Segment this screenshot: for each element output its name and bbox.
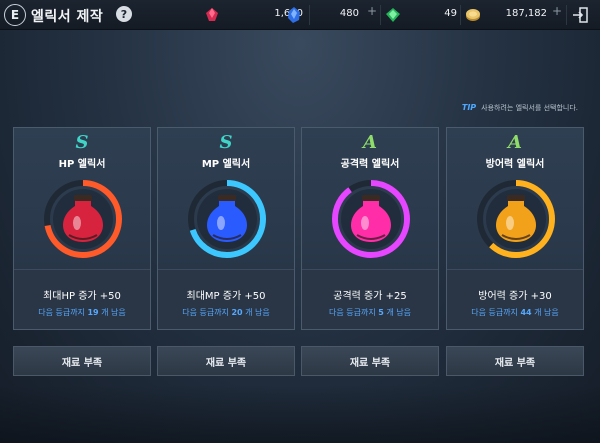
grade-badge: A bbox=[508, 132, 522, 153]
elixir-name: MP 엘릭서 bbox=[201, 159, 251, 170]
next-grade-suffix: 개 남음 bbox=[245, 308, 270, 317]
next-grade-text: 다음 등급까지 5 개 남음 bbox=[302, 307, 438, 318]
next-grade-prefix: 다음 등급까지 bbox=[329, 308, 379, 317]
elixir-card-2[interactable]: A 공격력 엘릭서 공격력 증가 +25 다음 등급까지 5 개 남음 bbox=[301, 127, 439, 330]
grade-badge: S bbox=[75, 132, 89, 153]
grade-badge: S bbox=[219, 132, 233, 153]
elixir-name: 공격력 엘릭서 bbox=[340, 159, 400, 170]
next-grade-text: 다음 등급까지 19 개 남음 bbox=[14, 307, 150, 318]
exit-icon[interactable] bbox=[572, 7, 588, 23]
back-button[interactable]: E bbox=[4, 4, 26, 26]
next-grade-text: 다음 등급까지 44 개 남음 bbox=[447, 307, 583, 318]
elixir-potion-icon bbox=[332, 180, 410, 258]
divider bbox=[380, 5, 381, 25]
add-gold-button[interactable]: + bbox=[552, 5, 562, 17]
top-bar: E 엘릭서 제작 ? 1,610 480 + 49 187 bbox=[0, 0, 600, 30]
tip-message: 사용하려는 엘릭서를 선택합니다. bbox=[481, 104, 578, 112]
red-gem-icon bbox=[206, 8, 218, 21]
green-gem-icon bbox=[386, 8, 400, 22]
next-grade-count: 44 bbox=[520, 308, 532, 317]
next-grade-prefix: 다음 등급까지 bbox=[38, 308, 88, 317]
tip-label: TIP bbox=[461, 103, 477, 112]
insufficient-materials-button[interactable]: 재료 부족 bbox=[157, 346, 295, 376]
add-blue-crystal-button[interactable]: + bbox=[367, 5, 377, 17]
currency-value: 187,182 bbox=[505, 8, 547, 19]
elixir-card-3[interactable]: A 방어력 엘릭서 방어력 증가 +30 다음 등급까지 44 개 남음 bbox=[446, 127, 584, 330]
divider bbox=[566, 5, 567, 25]
elixir-card-0[interactable]: S HP 엘릭서 최대HP 증가 +50 다음 등급까지 19 개 남음 bbox=[13, 127, 151, 330]
next-grade-text: 다음 등급까지 20 개 남음 bbox=[158, 307, 294, 318]
page-title: 엘릭서 제작 bbox=[31, 9, 104, 25]
next-grade-count: 5 bbox=[378, 308, 384, 317]
next-grade-count: 20 bbox=[231, 308, 243, 317]
elixir-name: HP 엘릭서 bbox=[58, 159, 106, 170]
blue-crystal-icon bbox=[288, 7, 300, 23]
currency-green-gem: 49 bbox=[384, 5, 459, 25]
insufficient-materials-button[interactable]: 재료 부족 bbox=[446, 346, 584, 376]
next-grade-suffix: 개 남음 bbox=[534, 308, 559, 317]
gold-coin-icon bbox=[466, 9, 480, 21]
next-grade-count: 19 bbox=[87, 308, 99, 317]
currency-blue-crystal: 480 bbox=[285, 5, 375, 25]
elixir-card-1[interactable]: S MP 엘릭서 최대MP 증가 +50 다음 등급까지 20 개 남음 bbox=[157, 127, 295, 330]
next-grade-prefix: 다음 등급까지 bbox=[182, 308, 232, 317]
stat-bonus: 최대HP 증가 +50 bbox=[43, 291, 121, 302]
currency-value: 480 bbox=[339, 8, 359, 19]
stat-bonus: 최대MP 증가 +50 bbox=[186, 291, 266, 302]
currency-gold: 187,182 bbox=[464, 5, 549, 25]
next-grade-prefix: 다음 등급까지 bbox=[471, 308, 521, 317]
grade-badge: A bbox=[363, 132, 377, 153]
stat-bonus: 공격력 증가 +25 bbox=[333, 291, 407, 302]
bottom-shade bbox=[0, 385, 600, 443]
elixir-potion-icon bbox=[477, 180, 555, 258]
elixir-potion-icon bbox=[188, 180, 266, 258]
tip-text: TIP 사용하려는 엘릭서를 선택합니다. bbox=[462, 103, 578, 113]
divider bbox=[460, 5, 461, 25]
elixir-name: 방어력 엘릭서 bbox=[485, 159, 545, 170]
insufficient-materials-button[interactable]: 재료 부족 bbox=[301, 346, 439, 376]
insufficient-materials-button[interactable]: 재료 부족 bbox=[13, 346, 151, 376]
next-grade-suffix: 개 남음 bbox=[101, 308, 126, 317]
currency-value: 49 bbox=[444, 8, 457, 19]
next-grade-suffix: 개 남음 bbox=[386, 308, 411, 317]
elixir-potion-icon bbox=[44, 180, 122, 258]
stat-bonus: 방어력 증가 +30 bbox=[478, 291, 552, 302]
help-icon[interactable]: ? bbox=[116, 6, 132, 22]
